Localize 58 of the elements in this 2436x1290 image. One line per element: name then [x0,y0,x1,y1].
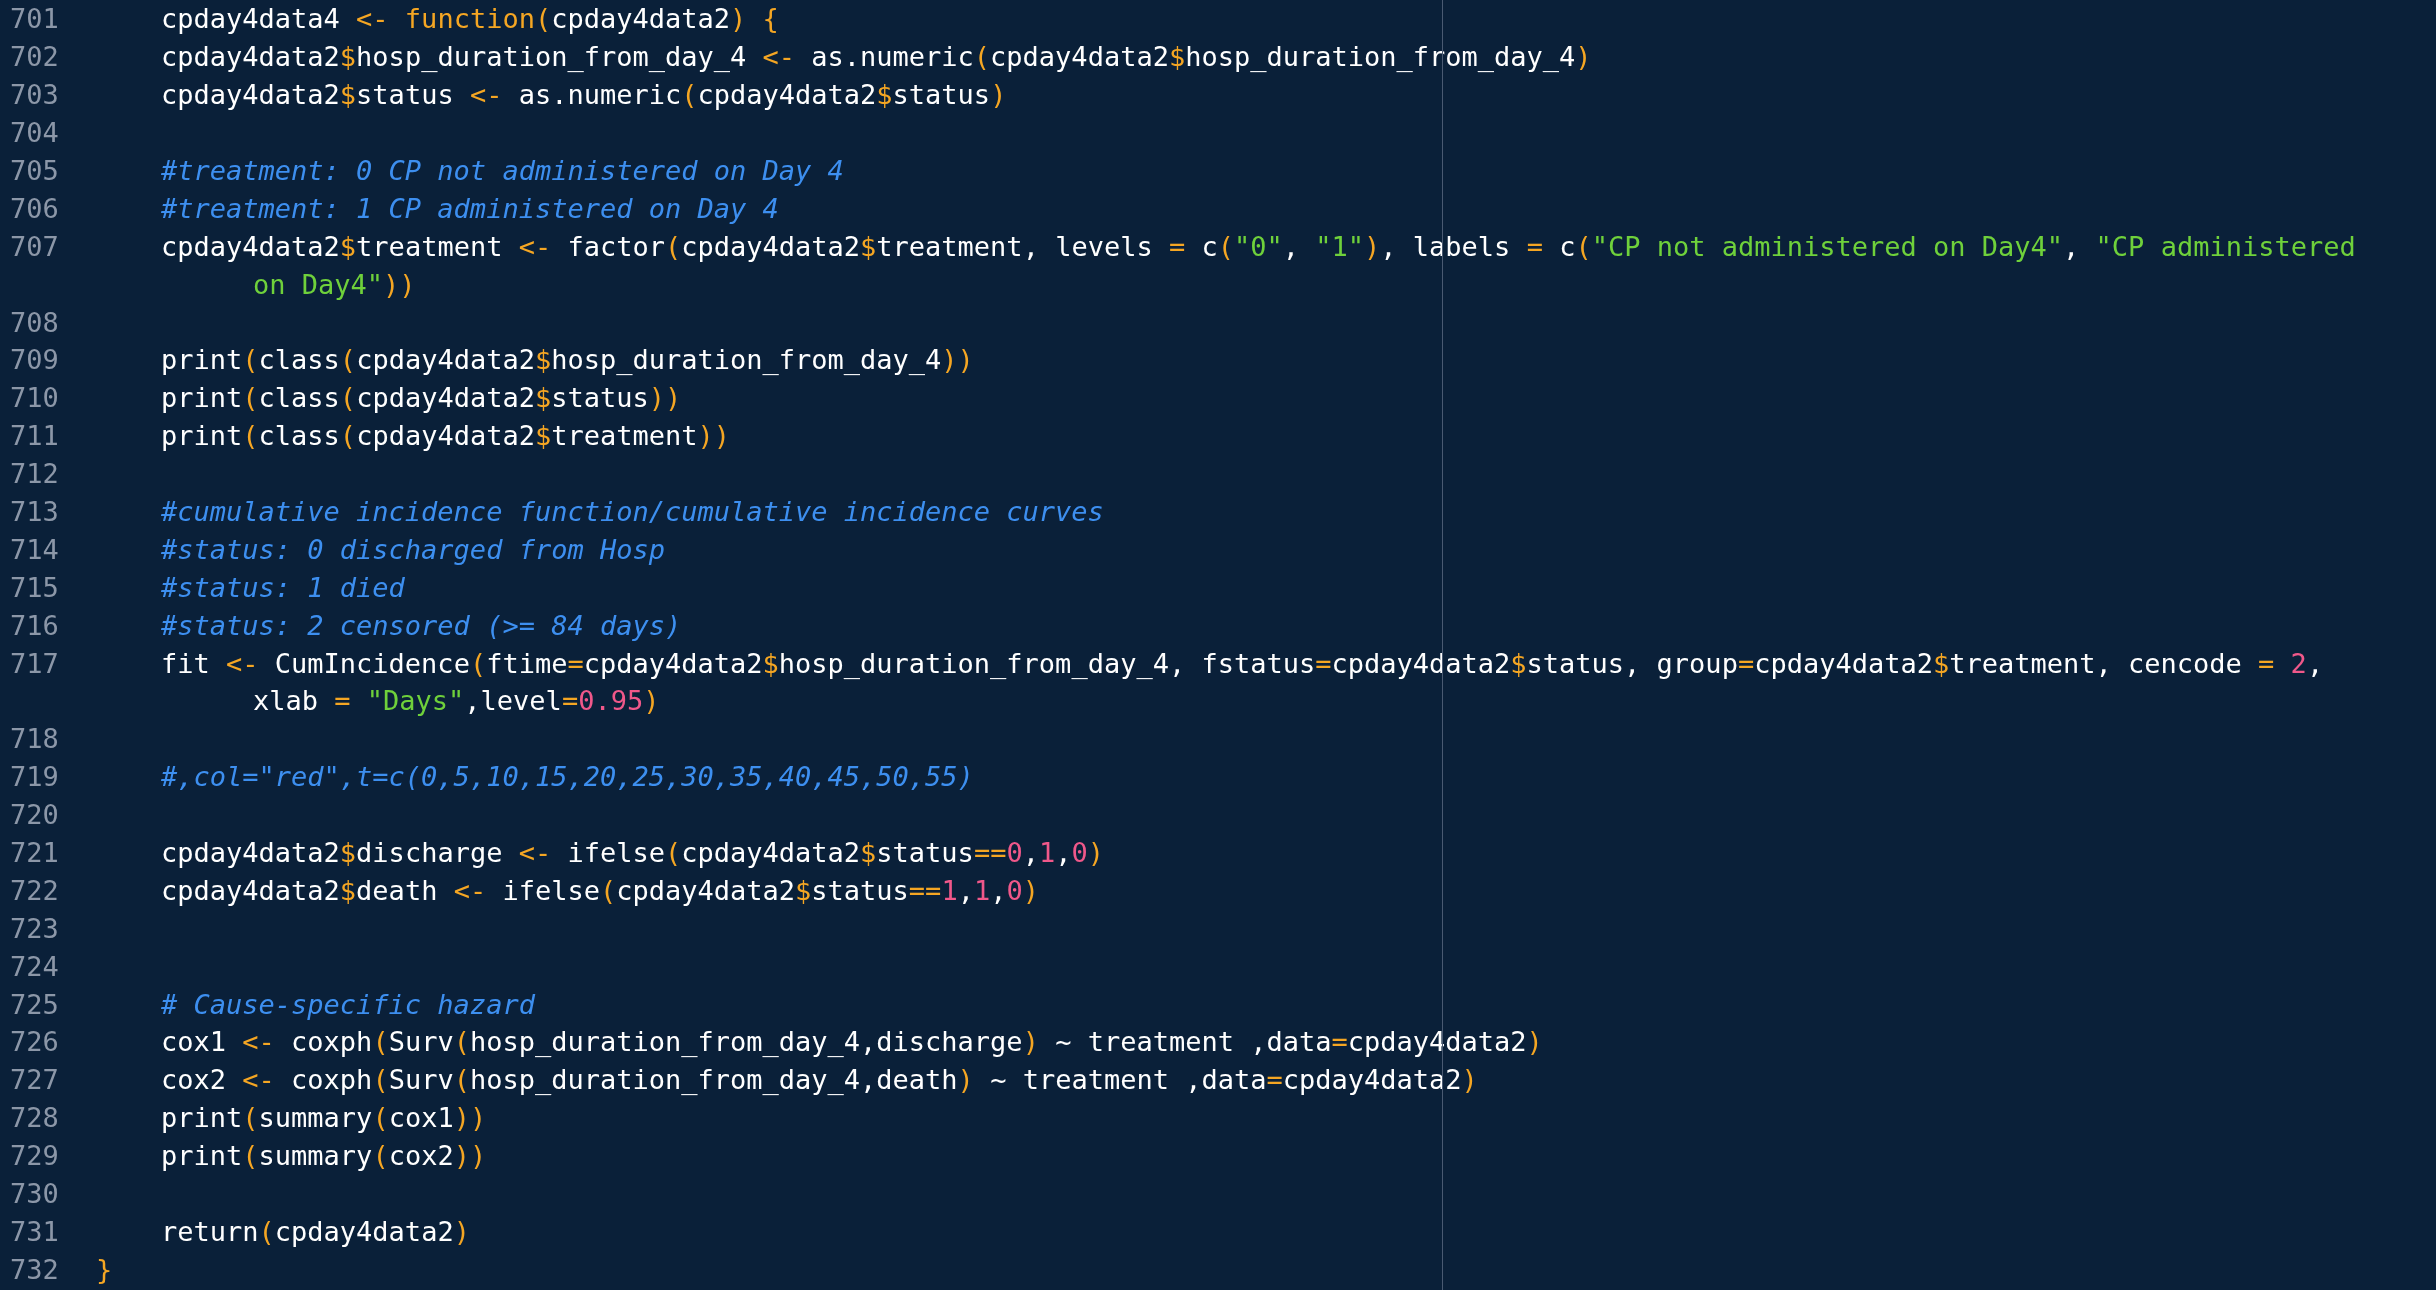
line-number: 704 [10,119,59,147]
line-number: 726 [10,1028,59,1056]
code-line: fit <- CumIncidence(ftime=cpday4data2$hosp_duration_from_day_4, fstatus=cpday4data2$status, group=cpday4data2$treatment, cencode = 2, [160,647,2324,679]
code-line: cpday4data2$status <- as.numeric(cpday4data2$status) [160,79,1007,111]
code-line: cpday4data2$hosp_duration_from_day_4 <- as.numeric(cpday4data2$hosp_duration_from_day_4) [160,41,1592,73]
line-number: 712 [10,460,59,488]
line-number: 705 [10,157,59,184]
line-number: 708 [10,308,59,336]
line-number: 707 [10,232,59,260]
line-number: 719 [10,763,59,791]
code-line: cpday4data2$discharge <- ifelse(cpday4data2$status==0,1,0) [160,837,1104,869]
code-line: #treatment: 0 CP not administered on Day 4 [160,155,844,187]
code-line: #cumulative incidence function/cumulative incidence curves [160,496,1104,528]
code-line: print(summary(cox1)) [160,1102,487,1134]
code-line: return(cpday4data2) [160,1215,470,1247]
code-line: cpday4data2$treatment <- factor(cpday4data2$treatment, levels = c("0", "1"), labels = c("CP not administered on Day4", "CP administered [160,230,2356,262]
line-number: 732 [10,1255,59,1283]
line-number: 718 [10,725,59,753]
line-number: 724 [10,952,59,980]
code-line: on Day4")) [253,268,416,300]
code-line: #status: 1 died [160,571,405,603]
code-line: cox2 <- coxph(Surv(hosp_duration_from_day_4,death) ~ treatment ,data=cpday4data2) [160,1064,1478,1096]
line-number: 720 [10,801,59,829]
code-line: cpday4data2$death <- ifelse(cpday4data2$status==1,1,0) [160,874,1039,906]
line-number: 716 [10,611,59,639]
code-line: cpday4data4 <- function(cpday4data2) { [160,3,779,35]
line-number: 715 [10,573,59,601]
code-line: xlab = "Days",level=0.95) [253,685,660,717]
line-number: 730 [10,1180,59,1208]
code-line: # Cause-specific hazard [160,988,535,1020]
line-number: 706 [10,194,59,222]
line-number: 702 [10,43,59,71]
code-line: print(class(cpday4data2$hosp_duration_from_day_4)) [160,344,974,376]
line-number: 729 [10,1142,59,1170]
line-number: 731 [10,1217,59,1245]
line-number: 727 [10,1066,59,1094]
line-number: 710 [10,384,59,412]
line-number: 703 [10,81,59,109]
line-number: 721 [10,839,59,867]
line-number: 701 [10,5,59,33]
line-number: 717 [10,649,59,677]
line-number: 714 [10,535,59,563]
code-line: cox1 <- coxph(Surv(hosp_duration_from_day_4,discharge) ~ treatment ,data=cpday4data2) [160,1026,1543,1058]
code-line: #status: 0 discharged from Hosp [160,533,665,565]
code-line: print(summary(cox2)) [160,1140,487,1172]
line-number: 709 [10,346,59,374]
line-number: 723 [10,914,59,942]
line-number: 728 [10,1104,59,1132]
code-line: #,col="red",t=c(0,5,10,15,20,25,30,35,40,45,50,55) [160,761,974,793]
line-number: 713 [10,498,59,525]
line-number: 725 [10,990,59,1018]
code-line: #status: 2 censored (>= 84 days) [160,609,682,641]
code-line: #treatment: 1 CP administered on Day 4 [160,192,779,224]
code-line: print(class(cpday4data2$treatment)) [160,420,731,452]
code-line: } [96,1253,113,1285]
line-number: 722 [10,876,59,904]
line-number: 711 [10,422,59,450]
code-line: print(class(cpday4data2$status)) [160,382,682,414]
